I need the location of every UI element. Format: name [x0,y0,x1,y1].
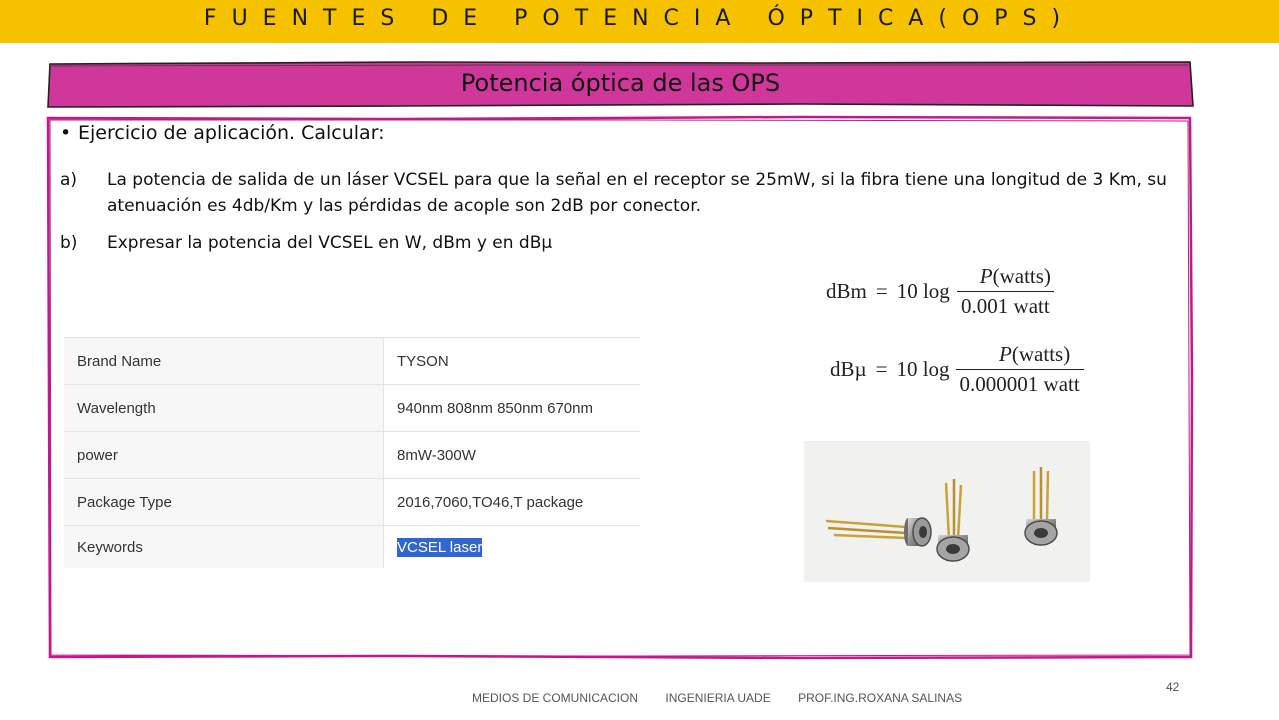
formula-lhs: dBµ [830,357,867,381]
table-row: Package Type 2016,7060,TO46,T package [64,478,640,526]
exercise-bullet: • Ejercicio de aplicación. Calcular: [60,122,385,144]
formula-numerator: P(watts) [976,264,1055,291]
spec-value: TYSON [383,337,640,385]
spec-value: 940nm 808nm 850nm 670nm [383,384,640,432]
formula-lhs: dBm [826,279,867,303]
table-row: Brand Name TYSON [64,337,640,385]
spec-value: 8mW-300W [383,431,640,479]
page-number: 42 [1166,680,1180,694]
item-text: Expresar la potencia del VCSEL en W, dBm… [107,233,553,253]
formula-p: P [999,342,1012,366]
formula-dbm: dBm = 10 log P(watts) 0.001 watt [826,264,1055,319]
formula-fraction: P(watts) 0.001 watt [956,264,1055,319]
formula-denominator: 0.000001 watt [955,369,1084,397]
vcsel-product-photo [804,441,1090,582]
vcsel-laser-illustration [825,467,1058,562]
formula-dbu: dBµ = 10 log P(watts) 0.000001 watt [830,342,1084,397]
footer-school: INGENIERIA UADE [665,691,771,705]
spec-key: Wavelength [64,384,384,432]
formula-coef: 10 log [896,357,950,381]
formula-fraction: P(watts) 0.000001 watt [955,342,1084,397]
formula-num-unit: (watts) [1011,342,1071,366]
table-row: Wavelength 940nm 808nm 850nm 670nm [64,384,640,432]
spec-key: power [64,431,384,479]
table-row: Keywords VCSEL laser [64,525,640,568]
item-label: b) [60,233,78,253]
formula-denominator: 0.001 watt [957,291,1054,319]
bullet-dot: • [60,122,72,144]
exercise-item-a: a) La potencia de salida de un láser VCS… [60,167,1190,223]
spec-key: Package Type [64,478,384,526]
formula-numerator: P(watts) [995,342,1074,369]
highlighted-keyword[interactable]: VCSEL laser [397,537,483,557]
footer-professor: PROF.ING.ROXANA SALINAS [798,691,963,705]
formula-p: P [979,264,993,288]
item-text: La potencia de salida de un láser VCSEL … [107,170,1167,216]
formula-equals: = [875,279,888,303]
slide-footer: MEDIOS DE COMUNICACION INGENIERIA UADE P… [472,691,986,705]
spec-value: 2016,7060,TO46,T package [383,478,640,526]
spec-key: Brand Name [64,337,384,385]
exercise-item-b: b) Expresar la potencia del VCSEL en W, … [60,230,1190,258]
spec-table: Brand Name TYSON Wavelength 940nm 808nm … [64,337,640,568]
formula-equals: = [875,357,888,381]
formula-num-unit: (watts) [992,264,1051,288]
item-label: a) [60,170,78,190]
table-row: power 8mW-300W [64,431,640,479]
exercise-heading: Ejercicio de aplicación. Calcular: [78,122,385,144]
spec-key: Keywords [64,525,384,568]
spec-value: VCSEL laser [383,525,640,568]
footer-course: MEDIOS DE COMUNICACION [472,691,639,705]
formula-coef: 10 log [896,279,950,303]
